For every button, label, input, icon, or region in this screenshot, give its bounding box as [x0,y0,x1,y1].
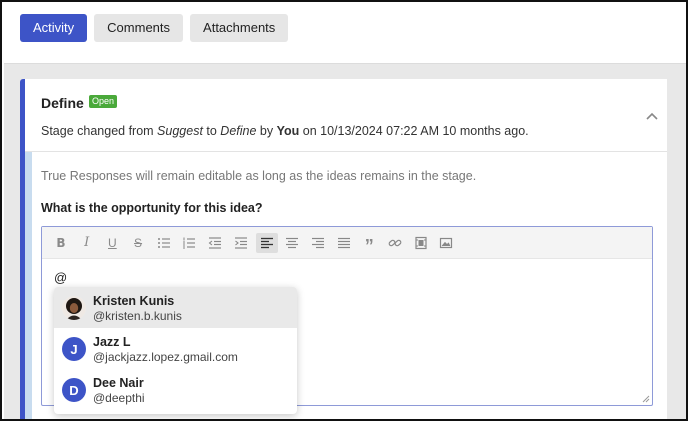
bullet-list-icon[interactable] [153,233,175,253]
from-stage: Suggest [157,124,203,138]
image-icon[interactable] [435,233,457,253]
window-frame: Activity Comments Attachments Define Ope… [0,0,688,421]
align-center-icon[interactable] [281,233,303,253]
chevron-up-icon[interactable] [645,109,659,123]
stage-card-header: Define Open Stage changed from Suggest t… [25,79,667,152]
editor-content: @ [54,270,68,285]
mention-option[interactable]: D Dee Nair @deepthi [54,369,297,410]
mention-handle: @kristen.b.kunis [93,309,182,323]
tab-bar: Activity Comments Attachments [20,14,289,42]
mention-option[interactable]: J Jazz L @jackjazz.lopez.gmail.com [54,328,297,369]
stage-change-info: Stage changed from Suggest to Define by … [41,124,529,138]
help-text: True Responses will remain editable as l… [41,169,477,183]
justify-icon[interactable] [333,233,355,253]
avatar: J [62,337,86,361]
info-to: to [202,124,221,138]
to-stage: Define [220,124,257,138]
status-badge: Open [89,95,118,108]
mention-handle: @jackjazz.lopez.gmail.com [93,350,238,364]
section-indicator [25,152,32,419]
video-icon[interactable] [410,233,432,253]
question-label: What is the opportunity for this idea? [41,201,263,215]
mention-handle: @deepthi [93,391,145,405]
indent-icon[interactable] [230,233,252,253]
info-prefix: Stage changed from [41,124,158,138]
mention-name: Kristen Kunis [93,294,175,308]
align-left-icon[interactable] [255,232,278,253]
link-icon[interactable] [384,233,406,253]
tab-activity[interactable]: Activity [20,14,88,42]
underline-icon[interactable]: U [101,233,123,253]
avatar: D [62,378,86,402]
strikethrough-icon[interactable]: S [127,233,149,253]
mention-name: Jazz L [93,335,131,349]
mention-name: Dee Nair [93,376,144,390]
editor-toolbar: B I U S ” [42,227,652,259]
stage-title: Define [41,95,84,111]
quote-icon[interactable]: ” [358,233,380,255]
outdent-icon[interactable] [204,233,226,253]
avatar [62,296,86,320]
italic-icon[interactable]: I [76,233,98,253]
changed-by-user: You [276,124,300,138]
tab-attachments[interactable]: Attachments [190,14,289,42]
bold-icon[interactable]: B [50,233,72,253]
resize-handle-icon[interactable] [642,395,650,403]
align-right-icon[interactable] [307,233,329,253]
mention-suggestions: Kristen Kunis @kristen.b.kunis J Jazz L … [54,287,297,414]
info-timestamp: on 10/13/2024 07:22 AM 10 months ago. [299,124,529,138]
tab-comments[interactable]: Comments [94,14,184,42]
mention-option[interactable]: Kristen Kunis @kristen.b.kunis [54,287,297,328]
numbered-list-icon[interactable] [178,233,200,253]
info-by: by [256,124,277,138]
